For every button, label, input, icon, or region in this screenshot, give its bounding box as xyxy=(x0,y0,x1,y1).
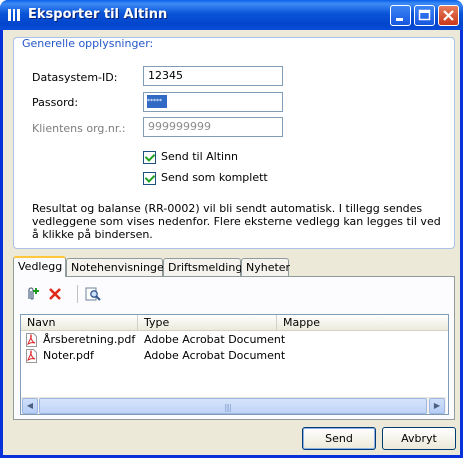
system-id-label: Datasystem-ID: xyxy=(32,71,118,84)
window-title: Eksporter til Altinn xyxy=(28,7,168,22)
system-id-input[interactable]: 12345 xyxy=(143,66,283,86)
attachments-list[interactable]: Navn Type Mappe Årsberetning.pdf Adobe A… xyxy=(20,314,449,415)
chevron-left-icon: ◀ xyxy=(26,401,34,410)
scroll-right-button[interactable]: ▶ xyxy=(429,398,445,414)
grip-icon: |||| xyxy=(224,403,232,412)
toolbar-separator xyxy=(77,285,78,303)
export-dialog: Eksporter til Altinn Generelle opplysnin… xyxy=(0,0,463,458)
add-attachment-icon[interactable] xyxy=(25,286,41,302)
general-info-group: Generelle opplysninger: Datasystem-ID: 1… xyxy=(13,37,455,249)
list-item[interactable]: Noter.pdf Adobe Acrobat Document xyxy=(21,348,448,364)
tab-notehenvisninger[interactable]: Notehenvisninger xyxy=(66,258,168,276)
close-button[interactable] xyxy=(438,5,459,26)
orgnr-label: Klientens org.nr.: xyxy=(32,122,126,135)
pdf-file-icon xyxy=(26,333,37,347)
app-icon xyxy=(8,9,20,21)
title-bar[interactable]: Eksporter til Altinn xyxy=(0,0,463,30)
column-header-name[interactable]: Navn xyxy=(21,315,138,331)
scroll-left-button[interactable]: ◀ xyxy=(22,398,38,414)
send-button[interactable]: Send xyxy=(302,427,376,450)
column-header-type[interactable]: Type xyxy=(138,315,277,331)
scroll-thumb[interactable]: |||| xyxy=(39,398,427,414)
password-input[interactable]: ***** xyxy=(143,92,283,112)
list-item[interactable]: Årsberetning.pdf Adobe Acrobat Document xyxy=(21,332,448,348)
close-icon xyxy=(443,10,454,21)
preview-icon[interactable] xyxy=(85,286,101,302)
tab-nyheter[interactable]: Nyheter xyxy=(241,258,290,276)
horizontal-scrollbar[interactable]: ◀ |||| ▶ xyxy=(21,397,446,414)
send-complete-label[interactable]: Send som komplett xyxy=(161,171,268,184)
orgnr-input[interactable]: 999999999 xyxy=(143,117,283,137)
minimize-button[interactable] xyxy=(390,5,411,26)
send-complete-checkbox[interactable] xyxy=(143,172,156,185)
group-title: Generelle opplysninger: xyxy=(22,37,154,50)
delete-icon[interactable] xyxy=(47,286,63,302)
send-altinn-label[interactable]: Send til Altinn xyxy=(161,150,238,163)
minimize-icon xyxy=(396,18,403,21)
tab-driftsmeldinger[interactable]: Driftsmeldinger xyxy=(163,258,254,276)
info-text: Resultat og balanse (RR-0002) vil bli se… xyxy=(32,202,441,241)
maximize-button[interactable] xyxy=(414,5,435,26)
pdf-file-icon xyxy=(26,349,37,363)
column-header-folder[interactable]: Mappe xyxy=(277,315,448,331)
password-masked-value: ***** xyxy=(147,95,167,108)
attachments-panel: Navn Type Mappe Årsberetning.pdf Adobe A… xyxy=(13,276,455,420)
send-altinn-checkbox[interactable] xyxy=(143,151,156,164)
cancel-button[interactable]: Avbryt xyxy=(382,427,456,450)
file-type: Adobe Acrobat Document xyxy=(144,349,286,362)
file-name: Noter.pdf xyxy=(43,349,94,362)
file-type: Adobe Acrobat Document xyxy=(144,333,286,346)
file-name: Årsberetning.pdf xyxy=(43,333,136,346)
maximize-icon xyxy=(418,9,431,21)
password-label: Passord: xyxy=(32,96,79,109)
chevron-right-icon: ▶ xyxy=(433,401,441,410)
tab-vedlegg[interactable]: Vedlegg xyxy=(13,256,66,277)
